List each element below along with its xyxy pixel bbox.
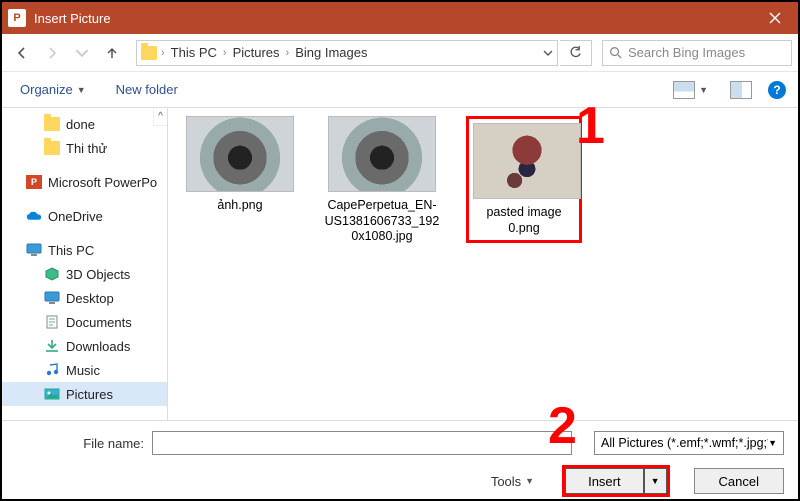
chevron-down-icon: ▼ <box>768 438 777 448</box>
dialog-body: ^ doneThi thử PMicrosoft PowerPo OneDrive T… <box>2 108 798 420</box>
titlebar: P Insert Picture <box>2 2 798 34</box>
file-item[interactable]: pasted image 0.png <box>466 116 582 243</box>
breadcrumb[interactable]: › This PC › Pictures › Bing Images <box>136 40 558 66</box>
column-chevron[interactable]: ^ <box>153 108 167 126</box>
file-thumbnail <box>473 123 581 199</box>
search-icon <box>609 46 622 59</box>
chevron-right-icon: › <box>223 47 227 59</box>
tools-dropdown[interactable]: Tools ▼ <box>485 470 540 493</box>
insert-button[interactable]: Insert <box>565 468 644 494</box>
arrow-right-icon <box>45 46 59 60</box>
footer: File name: All Pictures (*.emf;*.wmf;*.j… <box>2 420 798 501</box>
preview-pane-icon <box>730 81 752 99</box>
organize-button[interactable]: Organize▼ <box>14 78 92 101</box>
file-thumbnail <box>328 116 436 192</box>
folder-icon <box>44 141 60 155</box>
file-name: pasted image 0.png <box>473 205 575 236</box>
help-button[interactable]: ? <box>768 81 786 99</box>
chevron-down-icon: ▼ <box>651 476 660 486</box>
file-list[interactable]: ảnh.png CapePerpetua_EN-US1381606733_1920… <box>168 108 798 420</box>
music-icon <box>44 363 60 377</box>
nav-bar: › This PC › Pictures › Bing Images Searc… <box>2 34 798 72</box>
app-icon: P <box>8 9 26 27</box>
tree-item-documents[interactable]: Documents <box>2 310 167 334</box>
crumb-bingimages[interactable]: Bing Images <box>293 45 369 60</box>
chevron-right-icon: › <box>161 47 165 59</box>
tree-item-this-pc[interactable]: This PC <box>2 238 167 262</box>
toolbar: Organize▼ New folder ▼ ? <box>2 72 798 108</box>
ppt-icon: P <box>26 175 42 189</box>
file-thumbnail <box>186 116 294 192</box>
cancel-button[interactable]: Cancel <box>694 468 784 494</box>
folder-icon <box>44 117 60 131</box>
back-button[interactable] <box>8 39 36 67</box>
insert-split-button: Insert ▼ <box>562 465 669 497</box>
new-folder-button[interactable]: New folder <box>110 78 184 101</box>
monitor-icon <box>26 243 42 257</box>
chevron-down-icon: ▼ <box>77 85 86 95</box>
arrow-left-icon <box>15 46 29 60</box>
recent-dropdown[interactable] <box>68 39 96 67</box>
up-button[interactable] <box>98 39 126 67</box>
thumbnail-view-icon <box>673 81 695 99</box>
insert-dropdown[interactable]: ▼ <box>644 468 667 494</box>
close-button[interactable] <box>752 2 798 34</box>
arrow-up-icon <box>105 46 119 60</box>
file-name: ảnh.png <box>182 198 298 214</box>
refresh-icon <box>569 46 582 59</box>
navigation-pane: ^ doneThi thử PMicrosoft PowerPo OneDrive T… <box>2 108 168 420</box>
filename-label: File name: <box>83 436 144 451</box>
search-input[interactable]: Search Bing Images <box>602 40 792 66</box>
obj-icon <box>44 267 60 281</box>
file-item[interactable]: ảnh.png <box>182 116 298 214</box>
chevron-down-icon <box>75 46 89 60</box>
tree-item-desktop[interactable]: Desktop <box>2 286 167 310</box>
tree-item-music[interactable]: Music <box>2 358 167 382</box>
view-button[interactable]: ▼ <box>667 77 714 103</box>
refresh-button[interactable] <box>560 40 592 66</box>
folder-icon <box>141 46 157 60</box>
forward-button[interactable] <box>38 39 66 67</box>
search-placeholder: Search Bing Images <box>628 45 745 60</box>
doc-icon <box>44 315 60 329</box>
tree-item-thi-th-[interactable]: Thi thử <box>2 136 167 160</box>
chevron-down-icon: ▼ <box>699 85 708 95</box>
pic-icon <box>44 387 60 401</box>
window-title: Insert Picture <box>34 11 111 26</box>
crumb-thispc[interactable]: This PC <box>169 45 219 60</box>
tree-item-3d-objects[interactable]: 3D Objects <box>2 262 167 286</box>
crumb-pictures[interactable]: Pictures <box>231 45 282 60</box>
tree-item-pictures[interactable]: Pictures <box>2 382 167 406</box>
chevron-down-icon[interactable] <box>543 50 553 56</box>
tree-item-downloads[interactable]: Downloads <box>2 334 167 358</box>
file-name: CapePerpetua_EN-US1381606733_1920x1080.j… <box>324 198 440 245</box>
dl-icon <box>44 339 60 353</box>
chevron-down-icon: ▼ <box>525 476 534 486</box>
onedrive-icon <box>26 209 42 223</box>
filename-input[interactable] <box>152 431 572 455</box>
file-item[interactable]: CapePerpetua_EN-US1381606733_1920x1080.j… <box>324 116 440 245</box>
monitor-icon <box>44 291 60 305</box>
preview-pane-button[interactable] <box>724 77 758 103</box>
tree-item-done[interactable]: done <box>2 112 167 136</box>
tree-item-onedrive[interactable]: OneDrive <box>2 204 167 228</box>
close-icon <box>769 12 781 24</box>
chevron-right-icon: › <box>286 47 290 59</box>
filetype-dropdown[interactable]: All Pictures (*.emf;*.wmf;*.jpg;*.j ▼ <box>594 431 784 455</box>
tree-item-microsoft-powerpo[interactable]: PMicrosoft PowerPo <box>2 170 167 194</box>
